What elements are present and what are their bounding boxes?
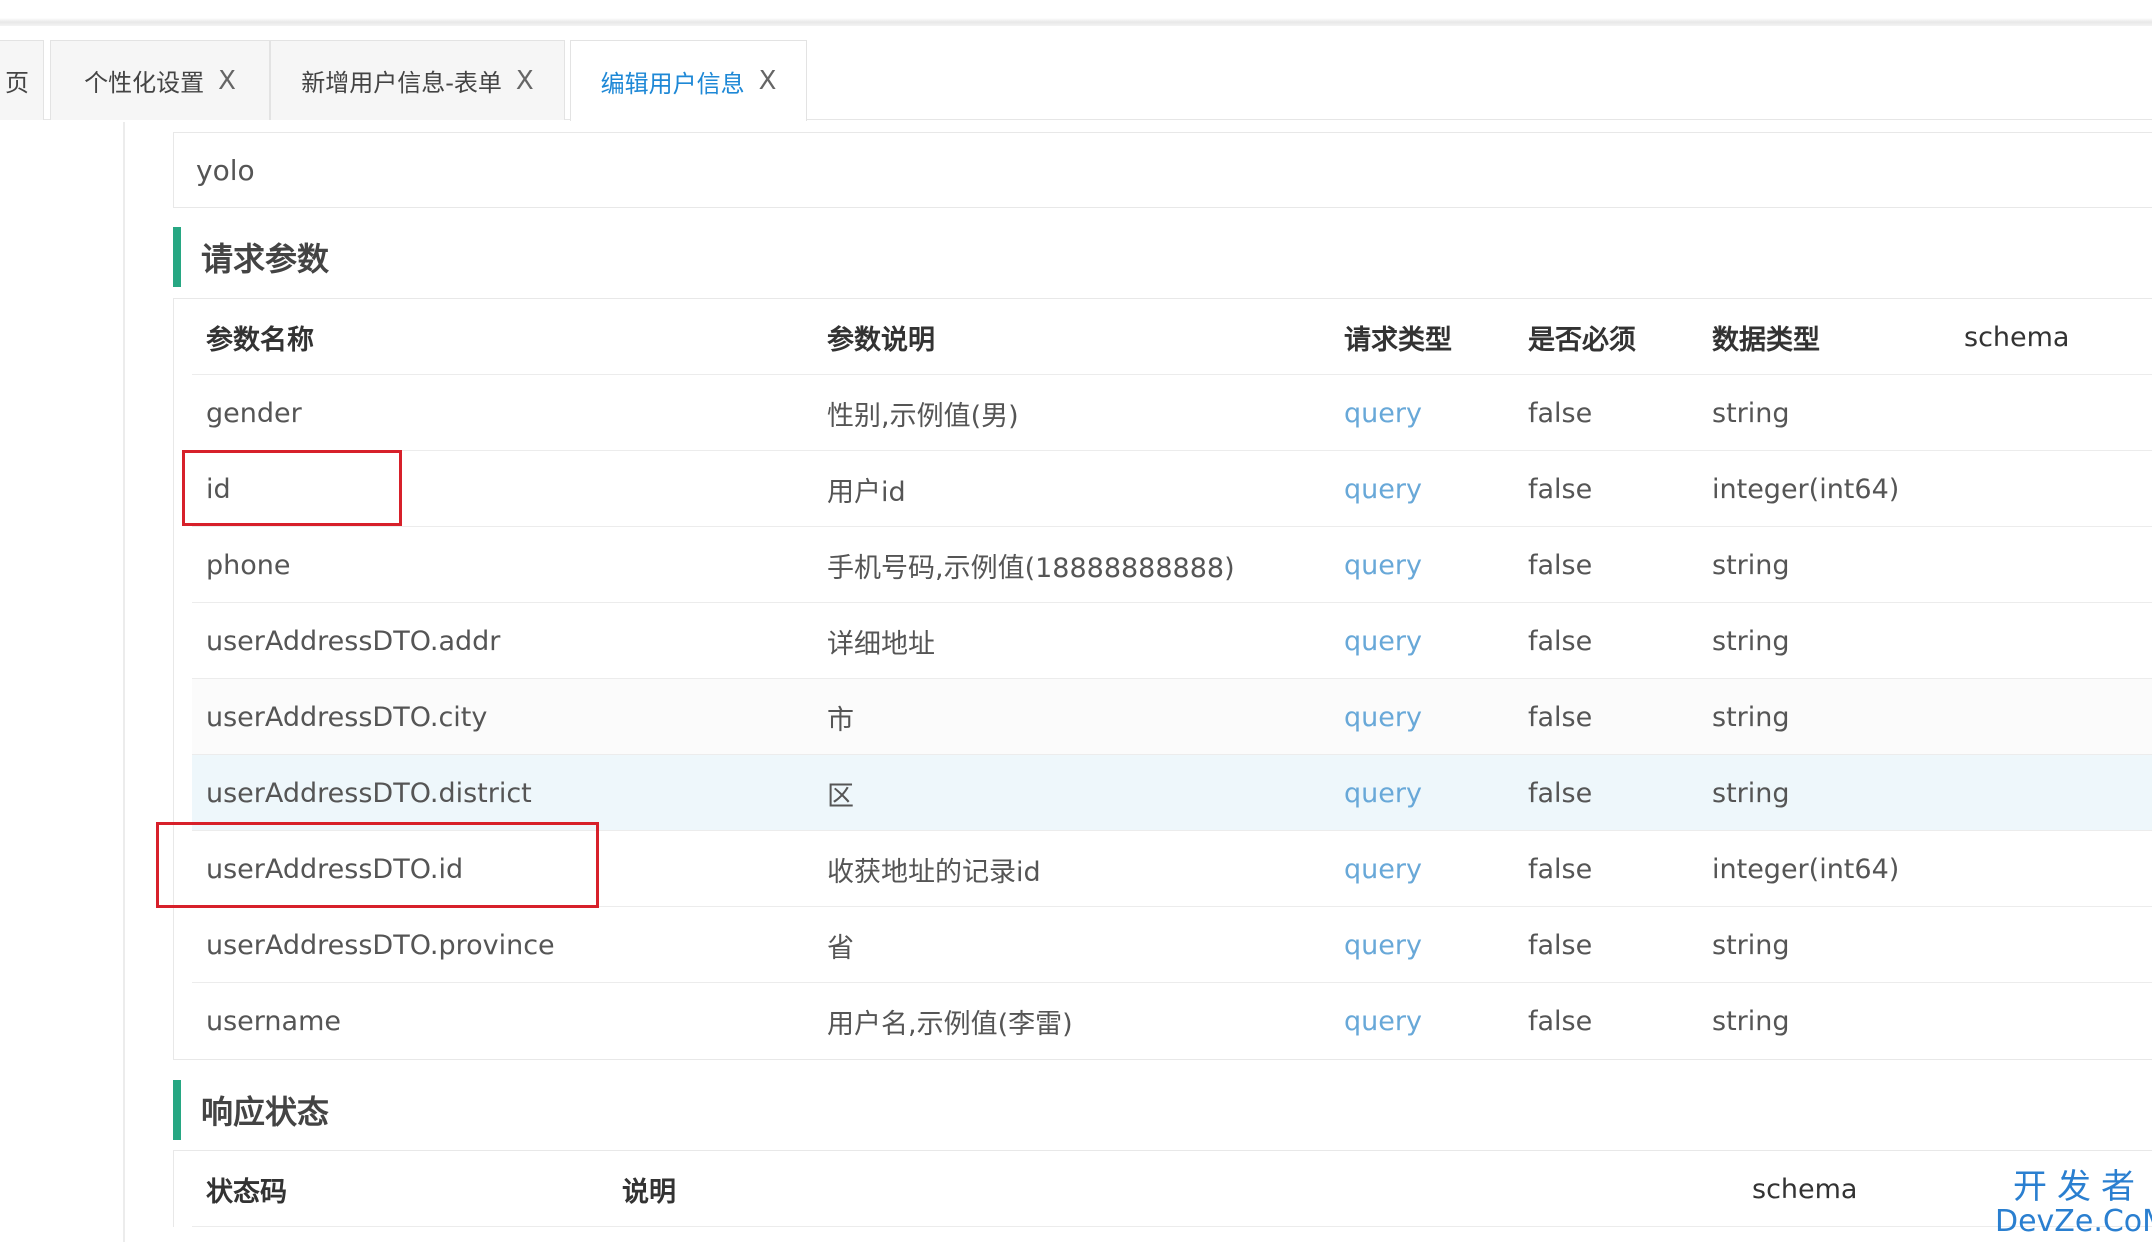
- param-desc: 市: [827, 704, 854, 736]
- col-header-in: 请求类型: [1344, 324, 1452, 356]
- sidebar-divider: [123, 122, 125, 1242]
- param-type: string: [1712, 701, 1790, 733]
- param-name: userAddressDTO.addr: [206, 625, 501, 657]
- param-required: false: [1528, 397, 1593, 429]
- param-desc: 用户名,示例值(李雷): [827, 1008, 1073, 1040]
- param-desc: 用户id: [827, 476, 906, 508]
- col-header-required: 是否必须: [1528, 324, 1636, 356]
- table-row-hovered: userAddressDTO.district 区 query false st…: [192, 755, 2152, 831]
- tab-label: 编辑用户信息: [600, 69, 745, 98]
- col-header-name: 参数名称: [206, 324, 314, 356]
- param-type: string: [1712, 397, 1790, 429]
- watermark: 开发者 DevZe.CoM: [1995, 1167, 2152, 1239]
- param-required: false: [1528, 701, 1593, 733]
- description-text: yolo: [196, 153, 255, 187]
- param-required: false: [1528, 549, 1593, 581]
- param-name: phone: [206, 549, 291, 581]
- param-type: string: [1712, 777, 1790, 809]
- tab-label: 个性化设置: [84, 69, 205, 97]
- watermark-en: DevZe.CoM: [1995, 1203, 2152, 1239]
- param-name: username: [206, 1005, 341, 1037]
- param-required: false: [1528, 777, 1593, 809]
- param-in: query: [1344, 549, 1422, 581]
- col-header-schema: schema: [1752, 1173, 1858, 1205]
- response-status-title: 响应状态: [173, 1080, 329, 1140]
- api-doc-page: 页 个性化设置 X 新增用户信息-表单 X 编辑用户信息 X yolo 请求参数…: [0, 0, 2152, 1242]
- col-header-description: 说明: [622, 1176, 676, 1208]
- param-in: query: [1344, 853, 1422, 885]
- tab-edit-user[interactable]: 编辑用户信息 X: [570, 40, 807, 121]
- param-type: string: [1712, 1005, 1790, 1037]
- section-accent-bar: [173, 227, 181, 287]
- annotation-box-id: [182, 450, 402, 526]
- tab-home[interactable]: 页: [0, 40, 44, 120]
- param-required: false: [1528, 625, 1593, 657]
- param-required: false: [1528, 929, 1593, 961]
- param-desc: 区: [827, 780, 854, 812]
- param-name: userAddressDTO.province: [206, 929, 555, 961]
- description-box: yolo: [173, 132, 2152, 208]
- table-row: id 用户id query false integer(int64): [192, 451, 2152, 527]
- close-icon[interactable]: X: [218, 66, 236, 96]
- col-header-type: 数据类型: [1712, 324, 1820, 356]
- param-type: string: [1712, 549, 1790, 581]
- close-icon[interactable]: X: [516, 66, 534, 96]
- section-accent-bar: [173, 1080, 181, 1140]
- param-name: gender: [206, 397, 302, 429]
- param-in: query: [1344, 397, 1422, 429]
- table-row: userAddressDTO.addr 详细地址 query false str…: [192, 603, 2152, 679]
- param-in: query: [1344, 701, 1422, 733]
- col-header-status-code: 状态码: [206, 1176, 287, 1208]
- param-desc: 省: [827, 932, 854, 964]
- param-name: userAddressDTO.district: [206, 777, 532, 809]
- close-icon[interactable]: X: [759, 66, 777, 96]
- tab-label: 新增用户信息-表单: [301, 69, 502, 97]
- param-desc: 手机号码,示例值(18888888888): [827, 552, 1235, 584]
- request-params-title: 请求参数: [173, 227, 329, 287]
- annotation-box-address-id: [156, 822, 599, 908]
- col-header-schema: schema: [1964, 321, 2070, 353]
- param-type: integer(int64): [1712, 853, 1900, 885]
- tab-bar: 页 个性化设置 X 新增用户信息-表单 X 编辑用户信息 X: [0, 40, 2152, 121]
- table-row: userAddressDTO.city 市 query false string: [192, 679, 2152, 755]
- section-title-text: 响应状态: [201, 1093, 330, 1131]
- param-required: false: [1528, 1005, 1593, 1037]
- tab-add-user-form[interactable]: 新增用户信息-表单 X: [270, 40, 565, 120]
- param-in: query: [1344, 1005, 1422, 1037]
- table-row: gender 性别,示例值(男) query false string: [192, 375, 2152, 451]
- param-in: query: [1344, 929, 1422, 961]
- param-in: query: [1344, 625, 1422, 657]
- table-header-row: 参数名称 参数说明 请求类型 是否必须 数据类型 schema: [192, 299, 2152, 375]
- request-params-table: 参数名称 参数说明 请求类型 是否必须 数据类型 schema gender 性…: [173, 298, 2152, 1060]
- param-required: false: [1528, 473, 1593, 505]
- param-in: query: [1344, 777, 1422, 809]
- table-row: phone 手机号码,示例值(18888888888) query false …: [192, 527, 2152, 603]
- param-desc: 详细地址: [827, 628, 935, 660]
- param-name: userAddressDTO.city: [206, 701, 488, 733]
- param-type: string: [1712, 625, 1790, 657]
- tab-label: 页: [5, 69, 29, 97]
- table-header-row: 状态码 说明 schema: [192, 1151, 2152, 1227]
- watermark-cn: 开发者: [2013, 1167, 2145, 1207]
- tab-personalization[interactable]: 个性化设置 X: [50, 40, 270, 120]
- param-in: query: [1344, 473, 1422, 505]
- top-shadow: [0, 0, 2152, 26]
- response-status-table: 状态码 说明 schema: [173, 1150, 2152, 1227]
- col-header-desc: 参数说明: [827, 324, 935, 356]
- param-required: false: [1528, 853, 1593, 885]
- section-title-text: 请求参数: [201, 240, 330, 278]
- table-row: username 用户名,示例值(李雷) query false string: [192, 983, 2152, 1059]
- param-desc: 收获地址的记录id: [827, 856, 1041, 888]
- param-type: integer(int64): [1712, 473, 1900, 505]
- table-row: userAddressDTO.province 省 query false st…: [192, 907, 2152, 983]
- param-type: string: [1712, 929, 1790, 961]
- param-desc: 性别,示例值(男): [827, 400, 1019, 432]
